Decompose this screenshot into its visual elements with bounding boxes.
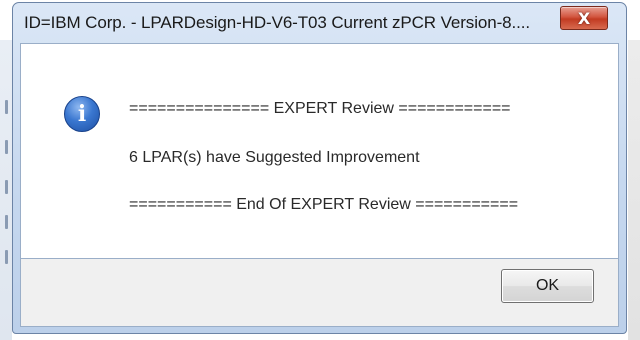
title-bar[interactable]: ID=IBM Corp. - LPARDesign-HD-V6-T03 Curr… xyxy=(13,3,626,43)
close-icon: X xyxy=(577,8,591,28)
close-button[interactable]: X xyxy=(560,6,608,30)
ok-button[interactable]: OK xyxy=(501,269,594,303)
background-window-edge xyxy=(0,40,12,340)
review-header-text: =============== EXPERT Review ==========… xyxy=(129,100,511,117)
background-window-edge-right xyxy=(628,40,640,340)
message-content: i =============== EXPERT Review ========… xyxy=(20,43,619,259)
info-icon: i xyxy=(64,96,100,132)
window-title: ID=IBM Corp. - LPARDesign-HD-V6-T03 Curr… xyxy=(24,13,531,32)
review-result-text: 6 LPAR(s) have Suggested Improvement xyxy=(129,149,420,166)
review-footer-text: =========== End Of EXPERT Review =======… xyxy=(129,196,519,213)
ok-button-label: OK xyxy=(535,277,560,294)
